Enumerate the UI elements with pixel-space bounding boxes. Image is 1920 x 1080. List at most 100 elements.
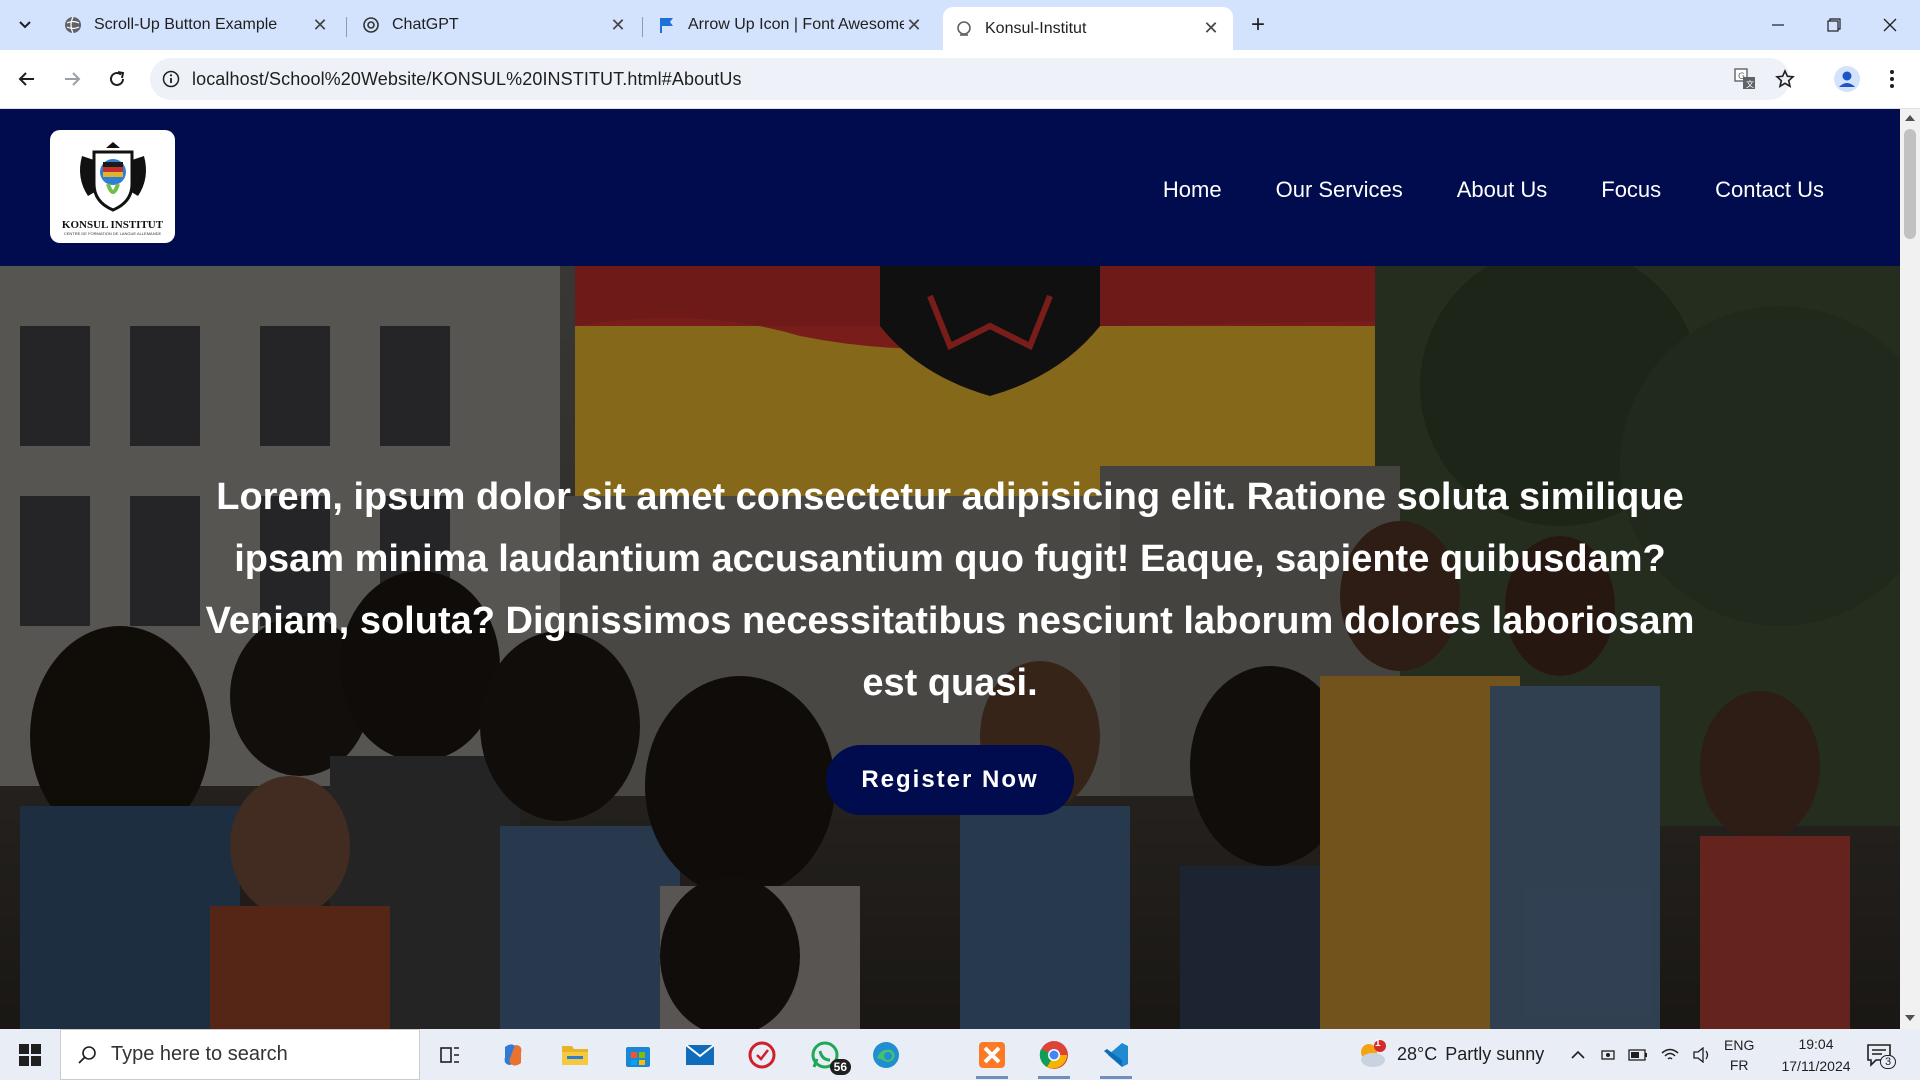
register-now-button[interactable]: Register Now (826, 745, 1074, 815)
url-text: localhost/School%20Website/KONSUL%20INST… (192, 68, 742, 89)
shield-icon (748, 1041, 776, 1069)
nav-our-services[interactable]: Our Services (1276, 177, 1403, 203)
tab-separator (642, 17, 643, 37)
notification-count: 3 (1880, 1055, 1897, 1069)
mail-icon (685, 1044, 715, 1065)
nav-about-us[interactable]: About Us (1457, 177, 1548, 203)
tab-scroll-up[interactable]: Scroll-Up Button Example ✕ (52, 7, 342, 43)
site-info-icon[interactable] (150, 70, 192, 88)
site-logo[interactable]: KONSUL INSTITUT CENTRE DE FORMATION DE L… (50, 130, 175, 243)
store-icon (626, 1047, 650, 1067)
close-tab-icon[interactable]: ✕ (608, 15, 628, 35)
svg-text:文: 文 (1746, 79, 1754, 89)
start-button[interactable] (0, 1029, 60, 1080)
vscode-button[interactable] (1096, 1035, 1136, 1079)
weather-desc: Partly sunny (1445, 1044, 1545, 1064)
menu-button[interactable] (1875, 62, 1909, 96)
close-tab-icon[interactable]: ✕ (904, 15, 924, 35)
wifi-icon[interactable] (1660, 1047, 1680, 1063)
reload-button[interactable] (100, 62, 134, 96)
globe-icon (64, 16, 82, 34)
search-placeholder: Type here to search (111, 1043, 288, 1065)
browser-toolbar: localhost/School%20Website/KONSUL%20INST… (0, 50, 1920, 109)
clock[interactable]: 19:04 17/11/2024 (1768, 1029, 1864, 1080)
page-viewport: KONSUL INSTITUT CENTRE DE FORMATION DE L… (0, 109, 1900, 1029)
speaker-icon[interactable] (1692, 1046, 1712, 1063)
translate-icon: G文 (1734, 68, 1755, 89)
minimize-button[interactable] (1750, 0, 1806, 50)
arrow-right-icon (65, 72, 81, 86)
scroll-up-arrow-icon[interactable] (1905, 115, 1915, 121)
site-navbar: KONSUL INSTITUT CENTRE DE FORMATION DE L… (0, 109, 1900, 266)
tab-title: Arrow Up Icon | Font Awesome (688, 16, 904, 33)
running-indicator (1100, 1076, 1132, 1079)
edge-icon (873, 1042, 899, 1068)
scroll-down-arrow-icon[interactable] (1905, 1015, 1915, 1021)
star-icon (1775, 69, 1795, 88)
close-icon (1883, 18, 1897, 32)
back-button[interactable] (10, 62, 44, 96)
taskbar-search-box[interactable]: Type here to search (60, 1029, 420, 1080)
notification-center-button[interactable]: 3 (1866, 1029, 1897, 1080)
nav-home[interactable]: Home (1163, 177, 1222, 203)
chevron-up-icon[interactable] (1570, 1047, 1586, 1063)
language-indicator[interactable]: ENG FR (1724, 1029, 1754, 1080)
windows-logo-icon (19, 1043, 41, 1066)
xampp-icon (979, 1042, 1005, 1068)
copilot-button[interactable] (493, 1035, 533, 1075)
nav-contact-us[interactable]: Contact Us (1715, 177, 1824, 203)
chrome-button[interactable] (1034, 1035, 1074, 1079)
nav-focus[interactable]: Focus (1601, 177, 1661, 203)
hero-text: Lorem, ipsum dolor sit amet consectetur … (205, 476, 1695, 704)
chrome-icon (1039, 1041, 1068, 1069)
close-tab-icon[interactable]: ✕ (1201, 18, 1221, 39)
mail-button[interactable] (680, 1035, 720, 1075)
running-indicator (1038, 1076, 1070, 1079)
logo-subtitle: CENTRE DE FORMATION DE LANGUE ALLEMANDE (63, 230, 162, 236)
tab-search-button[interactable] (10, 9, 40, 39)
profile-button[interactable] (1830, 62, 1864, 96)
restore-button[interactable] (1806, 0, 1862, 50)
tab-chatgpt[interactable]: ChatGPT ✕ (350, 7, 640, 43)
page-scrollbar[interactable] (1900, 109, 1920, 1029)
main-nav: Home Our Services About Us Focus Contact… (1163, 177, 1824, 203)
task-view-icon (440, 1047, 459, 1063)
windows-taskbar: Type here to search 56 1 28°C Partly sun… (0, 1029, 1920, 1080)
security-app-button[interactable] (742, 1035, 782, 1075)
flag-icon (658, 16, 676, 34)
clock-date: 17/11/2024 (1781, 1057, 1851, 1074)
weather-badge: 1 (1375, 1038, 1381, 1049)
scrollbar-thumb[interactable] (1904, 129, 1916, 239)
meet-now-icon[interactable] (1600, 1047, 1616, 1063)
bookmark-button[interactable] (1768, 62, 1802, 96)
tab-title: Konsul-Institut (985, 19, 1087, 37)
edge-button[interactable] (866, 1035, 906, 1075)
close-tab-icon[interactable]: ✕ (310, 15, 330, 35)
folder-icon (562, 1046, 588, 1065)
xampp-button[interactable] (972, 1035, 1012, 1079)
battery-icon[interactable] (1628, 1048, 1648, 1062)
close-window-button[interactable] (1862, 0, 1918, 50)
kebab-menu-icon (1890, 70, 1894, 88)
whatsapp-badge: 56 (829, 1059, 851, 1075)
avatar-icon (1834, 66, 1860, 92)
task-view-button[interactable] (430, 1035, 470, 1075)
logo-brand-text: KONSUL INSTITUT (61, 218, 164, 231)
address-bar[interactable]: localhost/School%20Website/KONSUL%20INST… (150, 58, 1790, 100)
file-explorer-button[interactable] (555, 1035, 595, 1075)
chevron-down-icon (19, 21, 31, 29)
tab-font-awesome[interactable]: Arrow Up Icon | Font Awesome ✕ (646, 7, 936, 43)
minimize-icon (1772, 24, 1784, 26)
tab-konsul-institut[interactable]: Konsul-Institut ✕ (943, 7, 1233, 50)
reload-icon (110, 71, 125, 86)
translate-button[interactable]: G文 (1728, 62, 1762, 96)
clock-time: 19:04 (1798, 1035, 1834, 1052)
weather-temp: 28°C (1397, 1044, 1438, 1064)
weather-widget[interactable]: 1 28°C Partly sunny (1355, 1029, 1544, 1080)
tab-title: Scroll-Up Button Example (94, 16, 278, 33)
whatsapp-button[interactable]: 56 (805, 1035, 851, 1075)
new-tab-button[interactable]: + (1243, 10, 1273, 40)
microsoft-store-button[interactable] (618, 1035, 658, 1075)
forward-button[interactable] (55, 62, 89, 96)
lang-bottom: FR (1729, 1056, 1749, 1073)
